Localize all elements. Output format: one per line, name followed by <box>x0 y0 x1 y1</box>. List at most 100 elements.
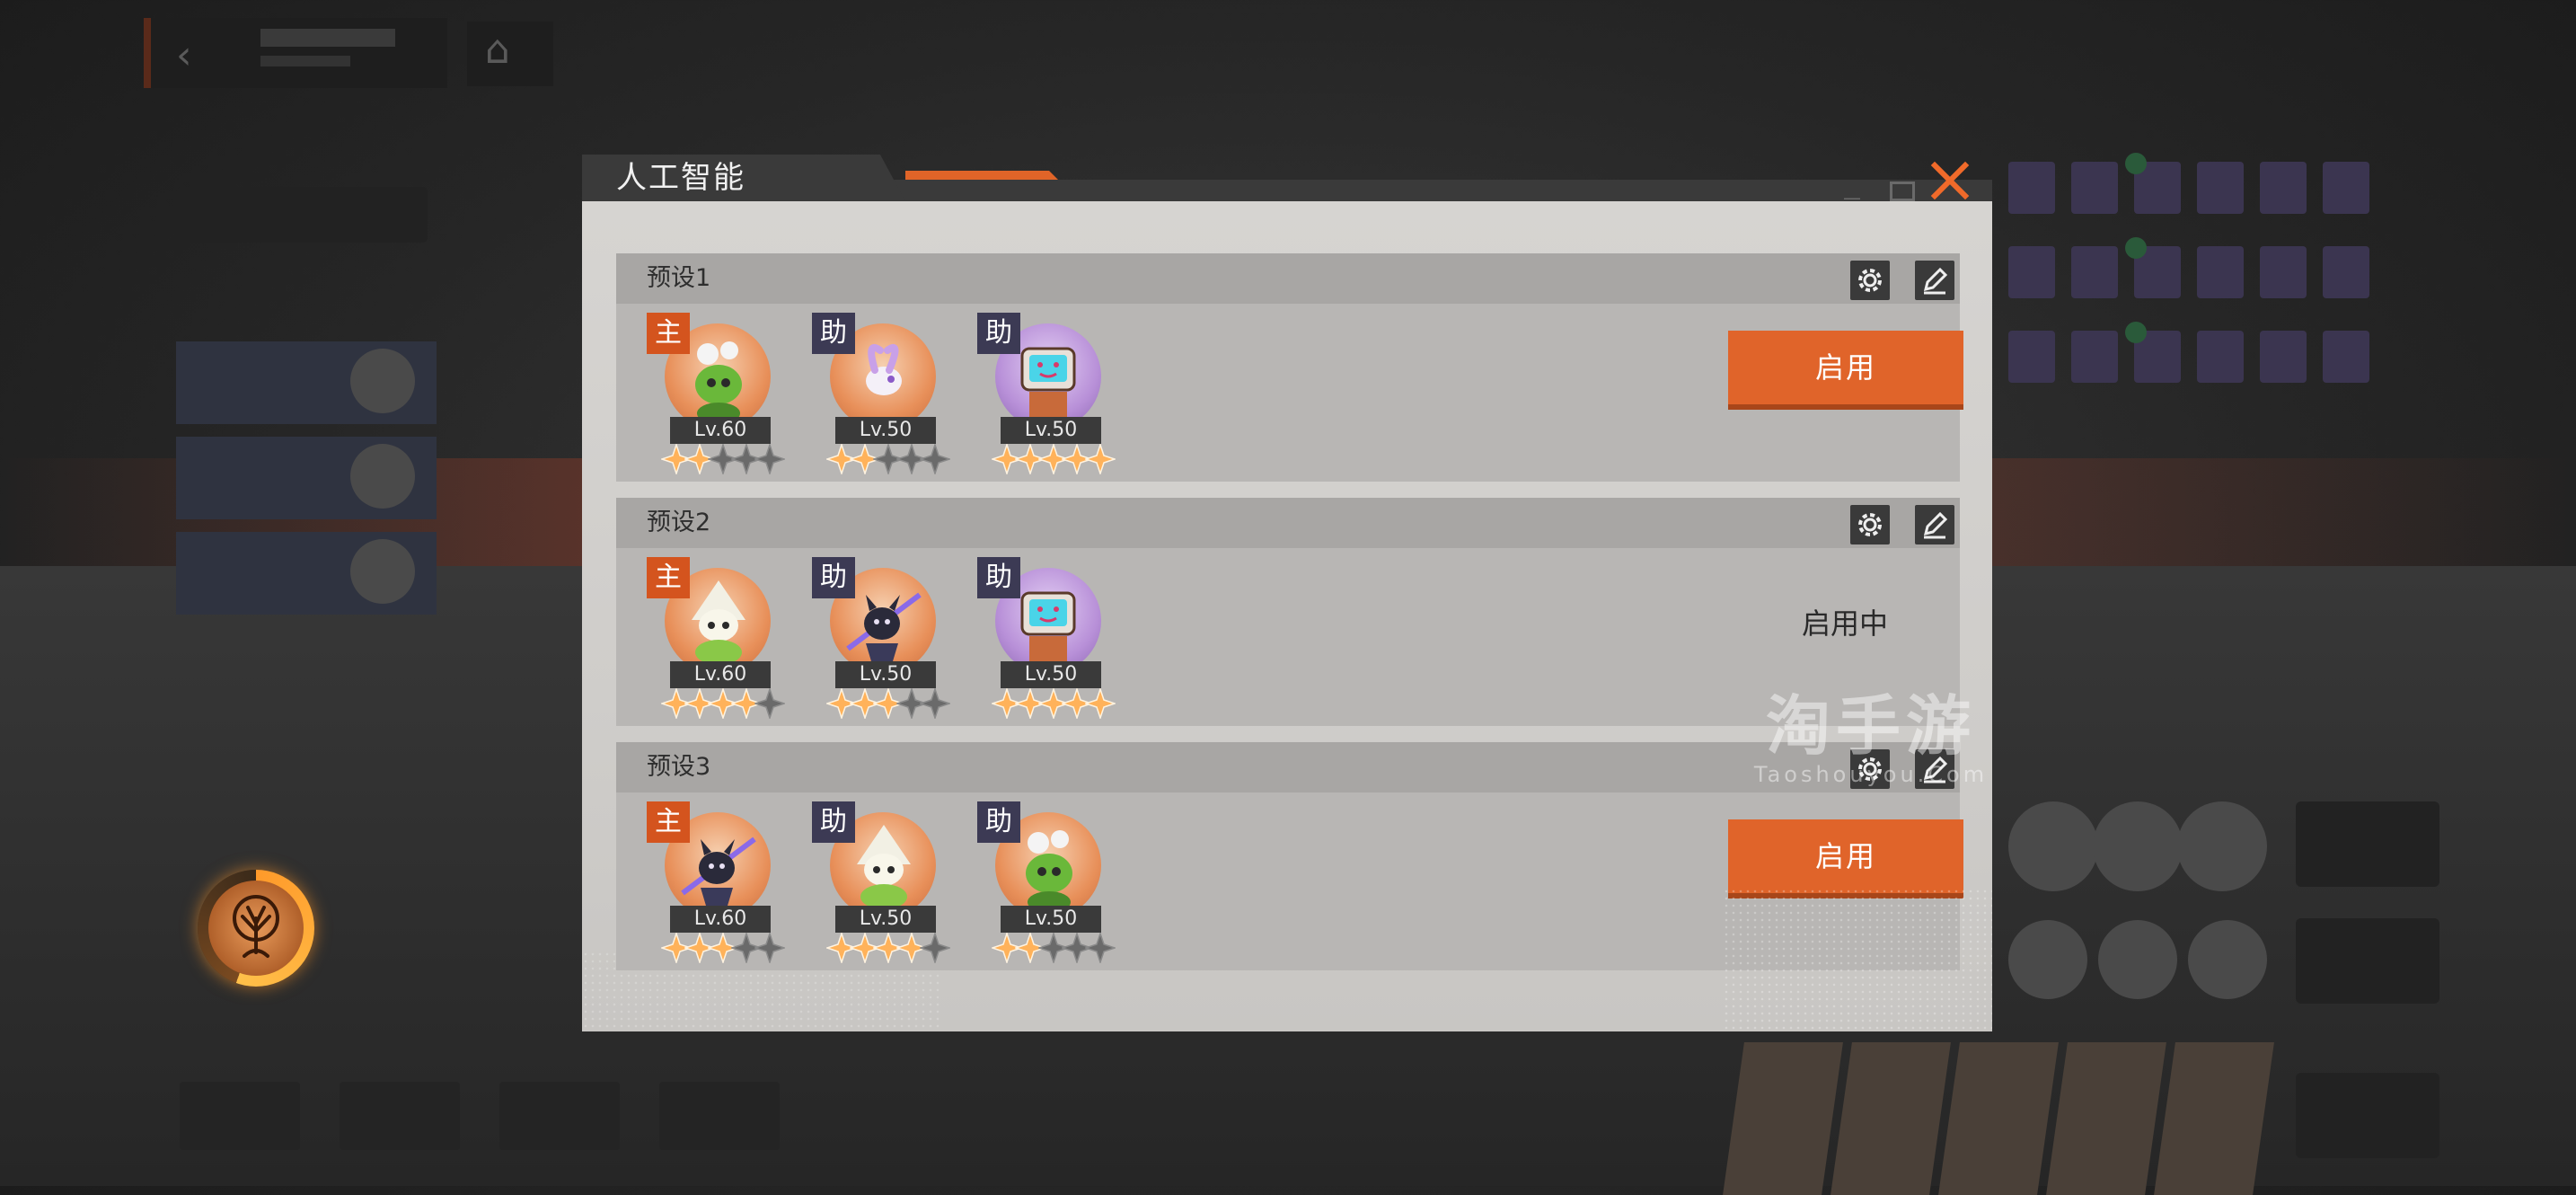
bg-avatar <box>350 349 415 413</box>
pet-star-rating <box>661 688 787 724</box>
bg-slot <box>2008 331 2055 383</box>
bg-slot <box>2008 246 2055 298</box>
watermark-main: 淘手游 <box>1765 688 1976 764</box>
bg-bottom-button <box>180 1082 300 1150</box>
bg-slot <box>2197 246 2244 298</box>
assist-role-tag: 助 <box>812 557 855 598</box>
bg-search-block <box>176 187 428 243</box>
preset-name: 预设1 <box>647 264 711 292</box>
watermark: 淘手游 Taoshouyou.Com <box>1750 690 1992 787</box>
bg-hero-button <box>2296 918 2439 1004</box>
dialog-body: 预设1 主 Lv.60 助 Lv.50 助 Lv.50 启用 预设2 主 Lv.… <box>582 201 1992 1031</box>
pet-star-rating <box>992 933 1117 969</box>
bg-slot <box>2323 331 2369 383</box>
bg-skill <box>2093 801 2183 891</box>
preset-enable-button[interactable]: 启用 <box>1728 331 1963 404</box>
preset-settings-button[interactable] <box>1850 505 1890 544</box>
pet-star-rating <box>992 688 1117 724</box>
main-pet-slot[interactable]: 主 Lv.60 <box>647 801 790 963</box>
pencil-icon <box>1923 267 1948 295</box>
bg-slot <box>2071 162 2118 214</box>
preset-settings-button[interactable] <box>1850 261 1890 300</box>
gear-icon <box>1858 513 1882 536</box>
assist-role-tag: 助 <box>812 801 855 843</box>
bg-skill <box>2177 801 2267 891</box>
pet-level: Lv.50 <box>835 417 936 444</box>
gear-icon <box>1858 269 1882 292</box>
assist-pet-slot[interactable]: 助 Lv.50 <box>977 313 1121 474</box>
bg-slot <box>2071 331 2118 383</box>
bg-skill <box>2188 920 2267 999</box>
bg-avatar <box>350 539 415 604</box>
preset-active-label: 启用中 <box>1802 606 1889 641</box>
pet-level: Lv.50 <box>1001 906 1101 933</box>
bg-slot <box>2323 162 2369 214</box>
preset-name: 预设3 <box>647 753 711 781</box>
bg-hero-button <box>2296 801 2439 887</box>
pet-level: Lv.50 <box>835 906 936 933</box>
assist-pet-slot[interactable]: 助 Lv.50 <box>812 557 956 719</box>
main-role-tag: 主 <box>647 313 690 354</box>
watermark-sub: Taoshouyou.Com <box>1753 762 1989 787</box>
assist-pet-slot[interactable]: 助 Lv.50 <box>977 801 1121 963</box>
pet-star-rating <box>661 933 787 969</box>
bg-dot <box>2125 153 2147 174</box>
bg-skill <box>2008 801 2098 891</box>
bg-slot <box>2260 162 2307 214</box>
pet-level: Lv.60 <box>670 661 771 688</box>
main-pet-slot[interactable]: 主 Lv.60 <box>647 313 790 474</box>
bg-subtitle-block <box>260 56 350 66</box>
assist-role-tag: 助 <box>977 557 1020 598</box>
bg-skill <box>2098 920 2177 999</box>
bg-avatar <box>350 444 415 509</box>
home-icon: ⌂ <box>485 27 510 73</box>
pet-star-rating <box>826 688 952 724</box>
assist-pet-slot[interactable]: 助 Lv.50 <box>977 557 1121 719</box>
preset-header: 预设2 <box>616 498 1960 548</box>
bg-slot <box>2323 246 2369 298</box>
bg-slot <box>2008 162 2055 214</box>
ai-preset-dialog: 人工智能 — 预设1 主 Lv.60 助 Lv.50 助 Lv.50 启用 预设… <box>582 155 1992 1031</box>
assist-pet-slot[interactable]: 助 Lv.50 <box>812 313 956 474</box>
preset-rename-button[interactable] <box>1915 261 1954 300</box>
bg-bottom-button <box>340 1082 460 1150</box>
assist-role-tag: 助 <box>812 313 855 354</box>
pet-level: Lv.60 <box>670 906 771 933</box>
bg-skill <box>2008 920 2087 999</box>
main-pet-slot[interactable]: 主 Lv.60 <box>647 557 790 719</box>
bg-dot <box>2125 237 2147 259</box>
tree-icon <box>233 895 279 958</box>
title-accent-stripe <box>905 171 1058 180</box>
bg-slot <box>2260 331 2307 383</box>
pet-level: Lv.50 <box>1001 417 1101 444</box>
maximize-icon <box>1890 181 1915 201</box>
main-role-tag: 主 <box>647 557 690 598</box>
dialog-title: 人工智能 <box>616 160 745 196</box>
bg-home-button <box>467 22 553 86</box>
preset-header: 预设1 <box>616 253 1960 304</box>
assist-pet-slot[interactable]: 助 Lv.50 <box>812 801 956 963</box>
assist-role-tag: 助 <box>977 801 1020 843</box>
pet-star-rating <box>661 444 787 480</box>
bg-slot <box>2260 246 2307 298</box>
preset-rename-button[interactable] <box>1915 505 1954 544</box>
pet-level: Lv.60 <box>670 417 771 444</box>
preset-card: 预设1 主 Lv.60 助 Lv.50 助 Lv.50 启用 <box>616 253 1963 482</box>
bg-title-block <box>260 29 395 47</box>
preset-enable-button[interactable]: 启用 <box>1728 819 1963 893</box>
bg-bottom-button <box>659 1082 780 1150</box>
bg-bottom-button <box>499 1082 620 1150</box>
pet-level: Lv.50 <box>835 661 936 688</box>
bg-slot <box>2197 331 2244 383</box>
pet-star-rating <box>992 444 1117 480</box>
preset-name: 预设2 <box>647 509 711 536</box>
close-icon[interactable] <box>1929 160 1971 201</box>
bg-slot <box>2197 162 2244 214</box>
bg-slot <box>2071 246 2118 298</box>
main-role-tag: 主 <box>647 801 690 843</box>
bg-dot <box>2125 322 2147 343</box>
pet-level: Lv.50 <box>1001 661 1101 688</box>
pencil-icon <box>1923 511 1948 539</box>
bg-hero-button <box>2296 1073 2439 1158</box>
pet-star-rating <box>826 933 952 969</box>
